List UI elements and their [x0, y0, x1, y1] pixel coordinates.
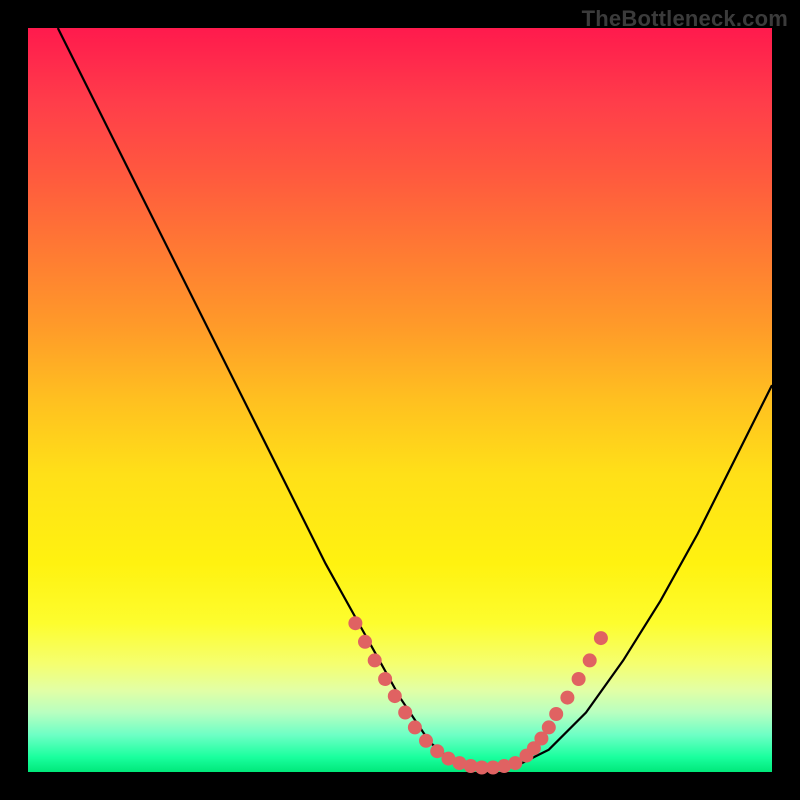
data-marker: [542, 720, 556, 734]
plot-area: [28, 28, 772, 772]
data-marker: [388, 689, 402, 703]
chart-container: TheBottleneck.com: [0, 0, 800, 800]
data-marker: [368, 653, 382, 667]
chart-svg: [28, 28, 772, 772]
curve-line: [58, 28, 772, 768]
marker-cluster-left: [348, 616, 522, 774]
watermark-text: TheBottleneck.com: [582, 6, 788, 32]
data-marker: [358, 635, 372, 649]
data-marker: [348, 616, 362, 630]
data-marker: [572, 672, 586, 686]
bottleneck-curve: [58, 28, 772, 768]
data-marker: [560, 691, 574, 705]
marker-cluster-right: [520, 631, 608, 763]
data-marker: [583, 653, 597, 667]
data-marker: [398, 706, 412, 720]
data-marker: [419, 734, 433, 748]
data-marker: [594, 631, 608, 645]
data-marker: [408, 720, 422, 734]
data-marker: [549, 707, 563, 721]
data-marker: [378, 672, 392, 686]
